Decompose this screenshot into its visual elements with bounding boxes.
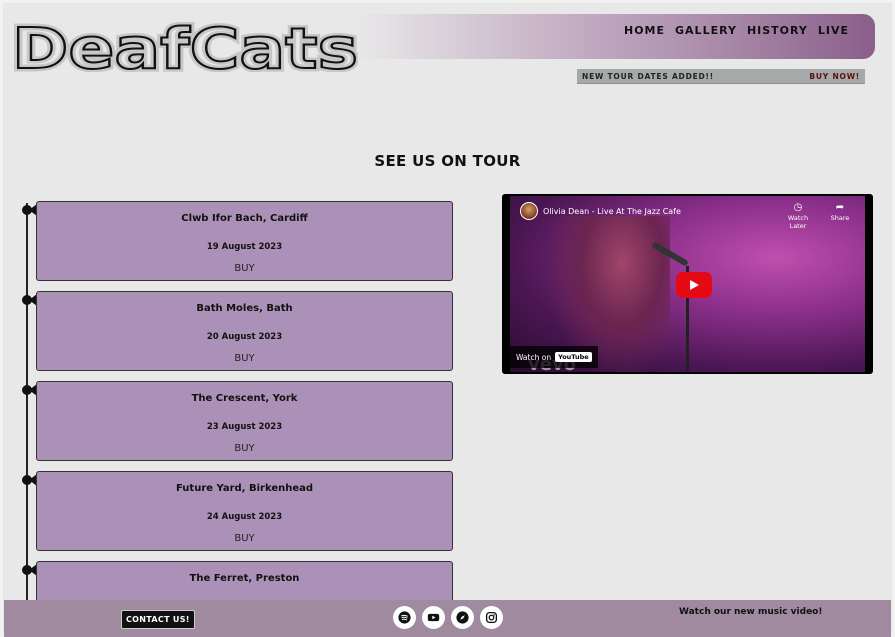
tour-date: 19 August 2023 xyxy=(206,242,283,252)
share-button[interactable]: ➦ Share xyxy=(822,202,858,222)
share-icon: ➦ xyxy=(835,202,845,213)
nav-bar: HOME GALLERY HISTORY LIVE xyxy=(358,14,875,59)
music-video-note: Watch our new music video! xyxy=(679,607,823,617)
nav-live[interactable]: LIVE xyxy=(818,24,849,37)
youtube-icon[interactable] xyxy=(422,606,445,629)
instagram-icon[interactable] xyxy=(480,606,503,629)
tour-date: 23 August 2023 xyxy=(206,422,283,432)
tour-card: Clwb Ifor Bach, Cardiff 19 August 2023 B… xyxy=(36,201,453,281)
buy-ticket-link[interactable]: BUY xyxy=(37,263,452,274)
youtube-logo: YouTube xyxy=(555,352,592,362)
channel-avatar[interactable] xyxy=(520,202,538,220)
contact-us-button[interactable]: CONTACT US! xyxy=(121,610,195,629)
buy-ticket-link[interactable]: BUY xyxy=(37,443,452,454)
nav-gallery[interactable]: GALLERY xyxy=(675,24,737,37)
share-label: Share xyxy=(830,214,850,222)
tour-date: 24 August 2023 xyxy=(206,512,283,522)
tour-venue: The Ferret, Preston xyxy=(189,573,300,584)
buy-ticket-link[interactable]: BUY xyxy=(37,353,452,364)
tour-venue: The Crescent, York xyxy=(191,393,298,404)
logo[interactable]: DeafCats DeafCats xyxy=(12,18,358,72)
buy-now-link[interactable]: BUY NOW! xyxy=(809,72,860,81)
tour-card: Bath Moles, Bath 20 August 2023 BUY xyxy=(36,291,453,371)
tour-card: The Crescent, York 23 August 2023 BUY xyxy=(36,381,453,461)
tour-date: 20 August 2023 xyxy=(206,332,283,342)
spotify-icon[interactable] xyxy=(393,606,416,629)
news-ticker: NEW TOUR DATES ADDED!! BUY NOW! xyxy=(577,69,865,84)
ticker-message: NEW TOUR DATES ADDED!! xyxy=(582,71,714,81)
tour-venue: Bath Moles, Bath xyxy=(196,303,293,314)
watch-later-label: Watch Later xyxy=(787,214,809,230)
social-links xyxy=(393,606,503,629)
video-title[interactable]: Olivia Dean - Live At The Jazz Cafe xyxy=(543,207,681,216)
buy-ticket-link[interactable]: BUY xyxy=(37,533,452,544)
watch-on-youtube-button[interactable]: Watch on YouTube xyxy=(510,346,598,368)
watch-later-button[interactable]: ◷ Watch Later xyxy=(780,202,816,230)
clock-icon: ◷ xyxy=(793,202,803,213)
logo-shadow: DeafCats xyxy=(12,18,358,72)
tour-card: Future Yard, Birkenhead 24 August 2023 B… xyxy=(36,471,453,551)
timeline-line xyxy=(26,203,28,603)
footer: CONTACT US! Watch our new music video! xyxy=(4,600,891,637)
video-embed[interactable]: Olivia Dean - Live At The Jazz Cafe ◷ Wa… xyxy=(502,194,873,374)
compass-icon[interactable] xyxy=(451,606,474,629)
nav-history[interactable]: HISTORY xyxy=(747,24,808,37)
play-button[interactable] xyxy=(676,272,712,298)
main-nav: HOME GALLERY HISTORY LIVE xyxy=(624,24,849,37)
page-title: SEE US ON TOUR xyxy=(374,152,521,170)
tour-venue: Clwb Ifor Bach, Cardiff xyxy=(181,213,308,224)
nav-home[interactable]: HOME xyxy=(624,24,665,37)
tour-venue: Future Yard, Birkenhead xyxy=(175,483,314,494)
watch-on-label: Watch on xyxy=(516,352,552,362)
